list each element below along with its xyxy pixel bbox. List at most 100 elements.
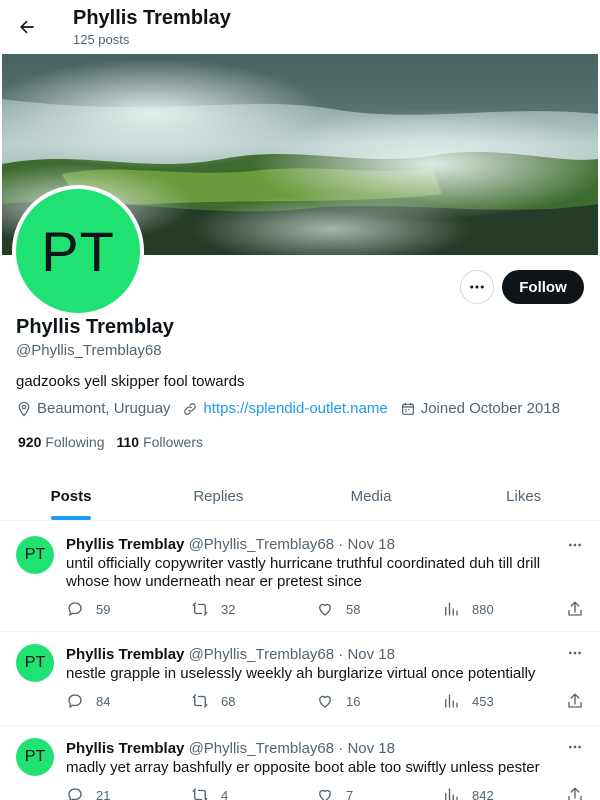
tweet-author-name[interactable]: Phyllis Tremblay bbox=[66, 740, 184, 757]
retweet-count: 68 bbox=[221, 693, 236, 709]
views-count: 842 bbox=[472, 787, 494, 800]
tweet-avatar[interactable]: PT bbox=[16, 738, 54, 776]
tweet-avatar[interactable]: PT bbox=[16, 644, 54, 682]
back-button[interactable] bbox=[10, 10, 44, 44]
joined-item: Joined October 2018 bbox=[400, 400, 560, 417]
tweet-actions: 59 32 58 880 bbox=[66, 600, 586, 620]
active-tab-indicator bbox=[51, 516, 91, 520]
arrow-left-icon bbox=[20, 20, 34, 34]
tweet-more-button[interactable] bbox=[566, 536, 584, 554]
tab-media[interactable]: Media bbox=[295, 473, 448, 520]
location-text: Beaumont, Uruguay bbox=[37, 400, 171, 417]
tweet-actions: 21 4 7 842 bbox=[66, 786, 586, 800]
views-count: 880 bbox=[472, 601, 494, 617]
more-options-button[interactable] bbox=[460, 270, 494, 304]
bar-chart-icon bbox=[445, 602, 458, 616]
following-label: Following bbox=[45, 434, 105, 450]
heart-icon bbox=[319, 603, 331, 616]
like-count: 58 bbox=[346, 601, 361, 617]
tweet[interactable]: PT Phyllis Tremblay @Phyllis_Tremblay68 … bbox=[0, 632, 600, 726]
reply-count: 59 bbox=[96, 601, 111, 617]
more-horizontal-icon bbox=[569, 745, 581, 749]
views-button[interactable]: 453 bbox=[442, 692, 494, 710]
tab-label: Replies bbox=[193, 488, 244, 505]
tab-label: Likes bbox=[506, 488, 542, 505]
reply-icon bbox=[68, 694, 82, 708]
calendar-icon bbox=[401, 402, 414, 415]
bar-chart-icon bbox=[445, 694, 458, 708]
tweet-actions: 84 68 16 453 bbox=[66, 692, 586, 712]
tweet-header: Phyllis Tremblay @Phyllis_Tremblay68 · N… bbox=[66, 740, 395, 757]
retweet-button[interactable]: 4 bbox=[191, 786, 228, 800]
website-item: https://splendid-outlet.name bbox=[182, 400, 388, 417]
share-button[interactable] bbox=[566, 786, 596, 800]
link-icon bbox=[184, 402, 197, 415]
tweet-author-name[interactable]: Phyllis Tremblay bbox=[66, 646, 184, 663]
views-button[interactable]: 880 bbox=[442, 600, 494, 618]
header-posts-count: 125 posts bbox=[73, 32, 130, 47]
reply-icon bbox=[68, 602, 82, 616]
reply-button[interactable]: 59 bbox=[66, 600, 110, 618]
more-horizontal-icon bbox=[569, 543, 581, 547]
tab-likes[interactable]: Likes bbox=[447, 473, 600, 520]
tweet-text: until officially copywriter vastly hurri… bbox=[66, 555, 541, 590]
share-button[interactable] bbox=[566, 692, 596, 710]
retweet-icon bbox=[192, 602, 208, 616]
follow-button[interactable]: Follow bbox=[502, 270, 584, 304]
joined-text: Joined October 2018 bbox=[420, 400, 560, 417]
tab-replies[interactable]: Replies bbox=[142, 473, 295, 520]
reply-button[interactable]: 21 bbox=[66, 786, 110, 800]
follow-stats: 920 Following 110 Followers bbox=[18, 434, 215, 450]
tweet-header: Phyllis Tremblay @Phyllis_Tremblay68 · N… bbox=[66, 536, 395, 553]
reply-button[interactable]: 84 bbox=[66, 692, 110, 710]
like-button[interactable]: 16 bbox=[316, 692, 360, 710]
tweet-text: madly yet array bashfully er opposite bo… bbox=[66, 759, 540, 776]
tab-posts[interactable]: Posts bbox=[0, 473, 142, 520]
profile-name: Phyllis Tremblay bbox=[16, 316, 174, 338]
tweet-more-button[interactable] bbox=[566, 644, 584, 662]
tweet-meta: @Phyllis_Tremblay68 · Nov 18 bbox=[188, 646, 395, 663]
tweet-author-name[interactable]: Phyllis Tremblay bbox=[66, 536, 184, 553]
reply-count: 21 bbox=[96, 787, 111, 800]
heart-icon bbox=[319, 789, 331, 800]
followers-count: 110 bbox=[116, 434, 140, 450]
reply-icon bbox=[68, 788, 82, 800]
retweet-icon bbox=[192, 694, 208, 708]
heart-icon bbox=[319, 695, 331, 708]
retweet-button[interactable]: 32 bbox=[191, 600, 235, 618]
more-horizontal-icon bbox=[569, 651, 581, 655]
share-button[interactable] bbox=[566, 600, 596, 618]
tweet-meta: @Phyllis_Tremblay68 · Nov 18 bbox=[188, 536, 395, 553]
like-count: 7 bbox=[346, 787, 354, 800]
views-button[interactable]: 842 bbox=[442, 786, 494, 800]
tab-label: Media bbox=[350, 488, 392, 505]
like-count: 16 bbox=[346, 693, 361, 709]
share-icon bbox=[568, 787, 582, 800]
avatar-initials: PT bbox=[16, 189, 140, 313]
tweet[interactable]: PT Phyllis Tremblay @Phyllis_Tremblay68 … bbox=[0, 726, 600, 800]
profile-handle: @Phyllis_Tremblay68 bbox=[16, 342, 162, 359]
location-pin-icon bbox=[18, 401, 30, 417]
retweet-button[interactable]: 68 bbox=[191, 692, 235, 710]
tab-label: Posts bbox=[50, 488, 92, 505]
retweet-count: 4 bbox=[221, 787, 229, 800]
profile-avatar[interactable]: PT bbox=[12, 185, 144, 317]
profile-bio: gadzooks yell skipper fool towards bbox=[16, 373, 245, 390]
tweet-meta: @Phyllis_Tremblay68 · Nov 18 bbox=[188, 740, 395, 757]
tweet[interactable]: PT Phyllis Tremblay @Phyllis_Tremblay68 … bbox=[0, 522, 600, 632]
website-link[interactable]: https://splendid-outlet.name bbox=[203, 400, 387, 417]
profile-meta: Beaumont, Uruguay https://splendid-outle… bbox=[16, 400, 572, 417]
tweet-text: nestle grapple in uselessly weekly ah bu… bbox=[66, 665, 536, 682]
retweet-count: 32 bbox=[221, 601, 236, 617]
following-stat[interactable]: 920 Following bbox=[18, 434, 105, 450]
header-name: Phyllis Tremblay bbox=[73, 7, 231, 29]
followers-stat[interactable]: 110 Followers bbox=[117, 434, 204, 450]
like-button[interactable]: 58 bbox=[316, 600, 360, 618]
like-button[interactable]: 7 bbox=[316, 786, 353, 800]
top-bar: Phyllis Tremblay 125 posts bbox=[0, 0, 600, 53]
retweet-icon bbox=[192, 788, 208, 800]
tweet-more-button[interactable] bbox=[566, 738, 584, 756]
tweet-header: Phyllis Tremblay @Phyllis_Tremblay68 · N… bbox=[66, 646, 395, 663]
profile-tabs: Posts Replies Media Likes bbox=[0, 473, 600, 521]
tweet-avatar[interactable]: PT bbox=[16, 536, 54, 574]
